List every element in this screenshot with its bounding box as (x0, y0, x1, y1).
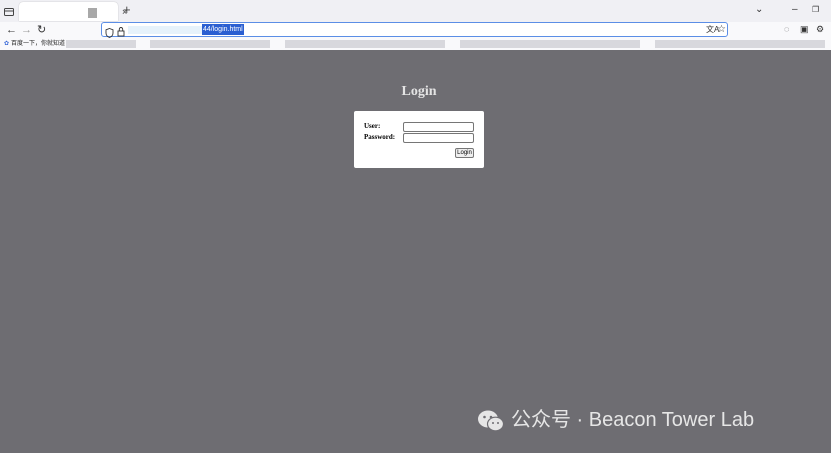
tab-favicon-icon (88, 8, 97, 18)
page-title: Login (401, 84, 437, 99)
bookmarks-toolbar: ✿ 百度一下，你就知道 (0, 38, 831, 50)
address-bar[interactable]: 44/login.html 文A ☆ (101, 22, 728, 38)
tab-bar: × + ⌄ – ❐ (0, 0, 831, 22)
login-button[interactable]: Login (455, 148, 474, 158)
extension-icon[interactable]: ▣ (800, 24, 809, 35)
tracking-protection-shield-icon[interactable] (105, 25, 114, 38)
new-tab-button[interactable]: + (123, 3, 131, 17)
login-form: User: Password: Login (354, 111, 484, 168)
back-button[interactable]: ← (6, 23, 17, 37)
redacted-bookmarks (655, 40, 825, 48)
tab-list-icon[interactable] (3, 5, 15, 17)
redacted-bookmarks (150, 40, 270, 48)
reload-button[interactable]: ↻ (37, 23, 46, 37)
bookmark-label: 百度一下，你就知道 (11, 41, 66, 47)
minimize-button[interactable]: – (792, 4, 798, 16)
bookmark-item[interactable]: ✿ 百度一下，你就知道 (4, 39, 65, 49)
password-label: Password: (364, 133, 396, 141)
redacted-bookmarks (285, 40, 445, 48)
password-input[interactable] (403, 133, 474, 143)
redacted-bookmarks (66, 40, 136, 48)
redacted-host (128, 26, 202, 34)
watermark-text: 公众号 · Beacon Tower Lab (511, 409, 755, 431)
restore-button[interactable]: ❐ (812, 4, 819, 16)
bookmark-star-icon[interactable]: ☆ (717, 23, 726, 36)
site-lock-icon[interactable] (117, 24, 125, 37)
watermark: 公众号 · Beacon Tower Lab (477, 404, 754, 436)
redacted-bookmarks (460, 40, 640, 48)
user-label: User: (364, 122, 381, 130)
forward-button[interactable]: → (21, 23, 32, 37)
baidu-paw-icon: ✿ (4, 41, 10, 47)
user-input[interactable] (403, 122, 474, 132)
active-tab[interactable]: × (19, 2, 127, 21)
url-text[interactable]: 44/login.html (202, 24, 244, 35)
pocket-icon[interactable]: ◌ (784, 24, 789, 35)
wechat-icon (478, 410, 505, 432)
tab-overflow-chevron-icon[interactable]: ⌄ (755, 4, 763, 16)
extensions-puzzle-icon[interactable]: ⚙ (816, 24, 824, 35)
